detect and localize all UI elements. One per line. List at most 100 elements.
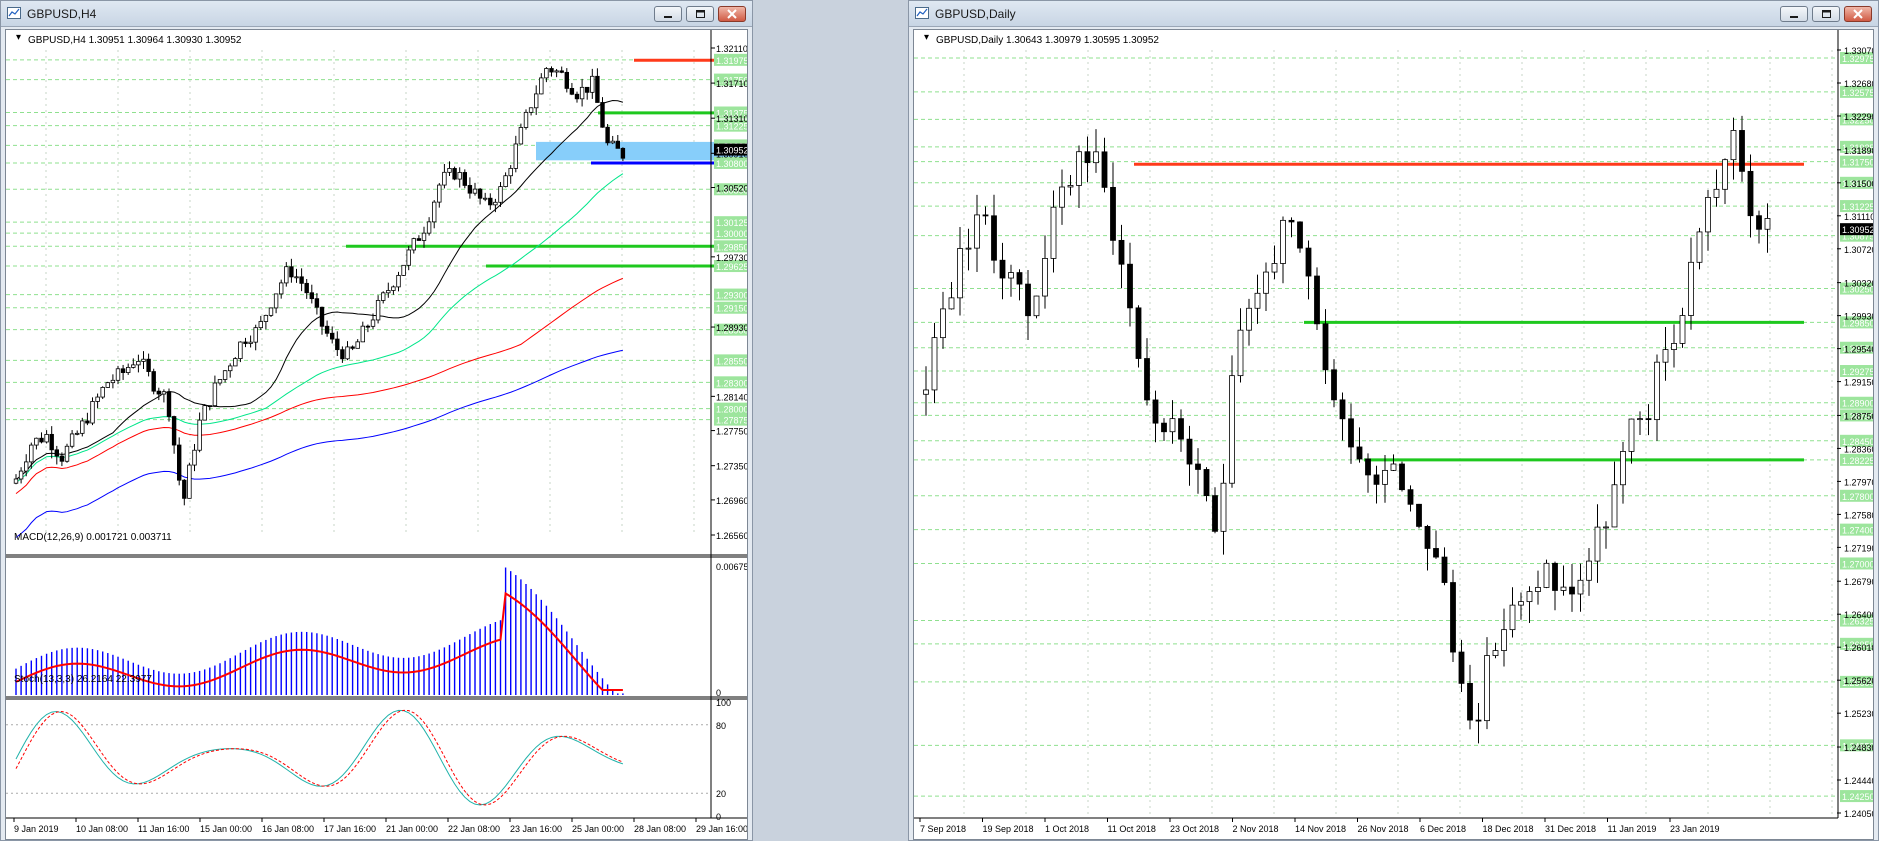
bear-candle [1416, 503, 1422, 527]
macd-label: MACD(12,26,9) 0.001721 0.003711 [14, 532, 172, 543]
daily-title-bar[interactable]: GBPUSD,Daily [909, 1, 1878, 27]
bull-candle [34, 437, 39, 446]
bear-candle [289, 266, 294, 278]
bear-candle [1127, 263, 1133, 309]
bear-candle [1322, 323, 1329, 371]
bull-candle [442, 171, 447, 186]
bull-candle [1501, 629, 1507, 651]
bull-candle [1526, 591, 1533, 603]
bull-candle [1713, 188, 1720, 198]
bull-candle [238, 341, 243, 359]
bull-candle [75, 432, 80, 435]
bull-candle [360, 325, 365, 343]
daily-chart-info: GBPUSD,Daily 1.30643 1.30979 1.30595 1.3… [936, 35, 1159, 46]
bull-candle [411, 238, 416, 251]
level-price-label: 1.28550 [716, 356, 747, 366]
time-axis-label: 7 Sep 2018 [920, 824, 966, 834]
bull-candle [493, 201, 498, 206]
time-axis-label: 11 Jan 2019 [1608, 824, 1657, 834]
price-axis-label: 1.27970 [1844, 477, 1873, 487]
level-price-label: 1.30000 [716, 229, 747, 239]
bear-candle [85, 420, 90, 424]
bull-candle [1280, 219, 1286, 264]
bear-candle [462, 172, 467, 186]
time-axis-label: 18 Dec 2018 [1483, 824, 1534, 834]
time-axis-label: 23 Oct 2018 [1170, 824, 1219, 834]
bear-candle [1645, 418, 1652, 421]
bull-candle [931, 337, 938, 391]
daily-chart-canvas[interactable]: 1.329751.325751.322501.319251.317501.315… [914, 30, 1873, 839]
h4-chart-area[interactable]: 0.0067520 10080200 1.319751.317501.31375… [5, 29, 748, 840]
h4-chart-window[interactable]: GBPUSD,H4 0.006752 0 100 80 20 0 1.31975 1.31… [0, 0, 753, 841]
current-price-label: 1.30952 [716, 146, 747, 156]
bear-candle [146, 358, 151, 372]
bull-candle [23, 461, 29, 472]
minimize-button[interactable] [654, 6, 682, 22]
bull-candle [421, 232, 427, 241]
price-axis-label: 1.25620 [1844, 676, 1873, 686]
close-button[interactable] [718, 6, 746, 22]
bull-candle [294, 276, 299, 279]
daily-chart-window[interactable]: GBPUSD,Daily 1.32975 1.32575 1.32250 1.3192… [908, 0, 1879, 841]
bull-candle [217, 379, 223, 384]
h4-chart-info: GBPUSD,H4 1.30951 1.30964 1.30930 1.3095… [28, 35, 242, 46]
time-axis-label: 28 Jan 08:00 [634, 824, 686, 834]
stoch-axis-label: 20 [716, 789, 726, 799]
bull-candle [1518, 601, 1524, 606]
bull-candle [1764, 218, 1771, 230]
restore-button[interactable] [1812, 6, 1840, 22]
bear-candle [1424, 526, 1431, 549]
bear-candle [166, 391, 172, 417]
restore-button[interactable] [686, 6, 714, 22]
daily-chart-menu-arrow[interactable]: ▾ [924, 32, 929, 43]
bear-candle [569, 88, 575, 95]
price-axis-label: 1.32680 [1844, 79, 1873, 89]
restore-icon [696, 10, 705, 18]
bear-candle [1739, 130, 1745, 172]
bull-candle [482, 197, 488, 200]
bull-candle [105, 382, 110, 388]
bull-candle [610, 140, 615, 144]
bull-candle [273, 293, 279, 309]
bull-candle [64, 445, 70, 462]
price-axis-label: 1.24830 [1844, 743, 1873, 753]
bear-candle [1161, 422, 1167, 433]
bull-candle [222, 370, 228, 380]
close-button[interactable] [1844, 6, 1872, 22]
bull-candle [29, 444, 34, 463]
bull-candle [268, 307, 274, 316]
bear-candle [1195, 463, 1201, 470]
bear-candle [59, 455, 65, 462]
time-axis-label: 11 Oct 2018 [1108, 824, 1156, 834]
bull-candle [263, 314, 269, 322]
bear-candle [1348, 418, 1354, 448]
h4-title-bar[interactable]: GBPUSD,H4 [1, 1, 752, 27]
bear-candle [1305, 247, 1312, 277]
bear-candle [335, 338, 340, 351]
bear-candle [207, 405, 212, 408]
time-axis-label: 6 Dec 2018 [1420, 824, 1466, 834]
bear-candle [452, 168, 457, 180]
time-axis-label: 10 Jan 08:00 [76, 824, 128, 834]
bull-candle [1390, 463, 1397, 471]
bear-candle [1297, 221, 1303, 249]
ma-blue-line [15, 349, 624, 538]
price-axis-label: 1.29150 [1844, 378, 1873, 388]
bull-candle [447, 168, 452, 173]
bull-candle [406, 249, 411, 266]
bear-candle [1186, 438, 1193, 465]
bull-candle [386, 290, 391, 294]
daily-chart-area[interactable]: 1.32975 1.32575 1.32250 1.31925 1.31750 1.315… [913, 29, 1874, 840]
h4-chart-menu-arrow[interactable]: ▾ [16, 32, 21, 43]
bull-candle [187, 464, 192, 499]
bear-candle [365, 325, 371, 328]
bull-candle [957, 248, 963, 299]
h4-chart-canvas[interactable]: 0.0067520 10080200 1.319751.317501.31375… [6, 30, 747, 839]
bear-candle [620, 147, 626, 159]
bull-candle [940, 308, 946, 339]
bear-candle [595, 75, 600, 103]
bear-candle [1152, 399, 1159, 424]
minimize-button[interactable] [1780, 6, 1808, 22]
bull-candle [1263, 271, 1269, 294]
price-axis-label: 1.26400 [1844, 610, 1873, 620]
